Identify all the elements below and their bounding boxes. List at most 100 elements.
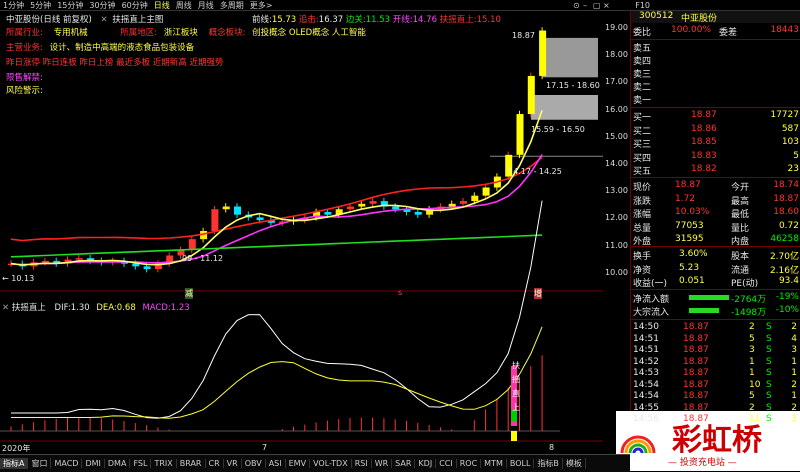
tick-vol: 5 bbox=[749, 391, 755, 401]
tick-price: 18.87 bbox=[683, 402, 709, 413]
indicator-tab-22[interactable]: 指标B bbox=[534, 458, 563, 469]
buy-row: 买五 18.82 23 bbox=[631, 164, 800, 177]
tick-vol: 11 bbox=[749, 414, 761, 424]
indicator-tab-0[interactable]: 指标A bbox=[0, 458, 29, 469]
close-icon[interactable]: × bbox=[600, 1, 613, 10]
f10-button[interactable]: F10 bbox=[632, 1, 800, 10]
indicator-tab-6[interactable]: TRIX bbox=[151, 459, 177, 468]
weicha-label: 委差 bbox=[719, 28, 738, 38]
indicator-tab-23[interactable]: 模板 bbox=[563, 458, 586, 469]
tick-count: 2 bbox=[791, 322, 797, 332]
tick-time: 14:55 bbox=[633, 402, 659, 413]
buy-vol: 103 bbox=[781, 137, 799, 147]
qianzhi-value: 15.73 bbox=[271, 15, 297, 25]
sub-close-icon[interactable]: ✕ bbox=[2, 303, 9, 313]
price-tick: 19.00 bbox=[605, 23, 628, 32]
dea-value: 0.68 bbox=[116, 303, 136, 313]
period-tab[interactable]: 1分钟 bbox=[0, 0, 27, 11]
period-tab[interactable]: 更多> bbox=[247, 0, 276, 11]
price-tick: 13.00 bbox=[605, 186, 628, 196]
period-tab[interactable]: 月线 bbox=[195, 0, 217, 11]
indicator-tab-21[interactable]: BOLL bbox=[507, 459, 535, 468]
buy-label: 买三 bbox=[633, 140, 652, 150]
stat-label-1: 涨幅 bbox=[633, 210, 652, 220]
indicator-tab[interactable]: 扶摇直上主图 bbox=[112, 15, 163, 25]
indicator-tab-15[interactable]: WR bbox=[372, 459, 393, 468]
high-price-label: 18.87 bbox=[512, 31, 535, 40]
period-tab[interactable]: 60分钟 bbox=[119, 0, 151, 11]
kaixian-label: 开线: bbox=[392, 15, 413, 25]
period-tab[interactable]: 15分钟 bbox=[54, 0, 86, 11]
indicator-tab-11[interactable]: ASI bbox=[266, 459, 286, 468]
indicator-tab-4[interactable]: DMA bbox=[105, 459, 131, 468]
tick-bs: S bbox=[766, 379, 772, 390]
kline-chart-area[interactable]: 中亚股份(日线 前复权) ✕ 扶摇直上主图 前线:15.73 追击:16.37 … bbox=[0, 11, 603, 454]
indicator-tab-7[interactable]: BRAR bbox=[177, 459, 206, 468]
indicator-tab-9[interactable]: VR bbox=[224, 459, 242, 468]
period-tab[interactable]: 5分钟 bbox=[27, 0, 54, 11]
tick-price: 18.87 bbox=[683, 333, 709, 344]
indicator-tab-17[interactable]: KDJ bbox=[415, 459, 437, 468]
indicator-tab-12[interactable]: EMV bbox=[286, 459, 311, 468]
stat-label-1: 总量 bbox=[633, 223, 652, 234]
tick-time: 14:53 bbox=[633, 368, 659, 378]
bianguan-value: 11.53 bbox=[365, 15, 391, 25]
indicator-tab-3[interactable]: DMI bbox=[82, 459, 105, 468]
stat2-row: 收益(一) 0.051 PE(动) 93.4 bbox=[631, 276, 800, 289]
indicator-tab-20[interactable]: MTM bbox=[481, 459, 507, 468]
signal-mark-jian: 减 bbox=[185, 288, 193, 299]
buy-vol: 5 bbox=[793, 150, 799, 161]
sell-label: 卖四 bbox=[633, 57, 652, 67]
stat-value-1: 31595 bbox=[675, 234, 704, 244]
sub-indicator-name[interactable]: 扶摇直上 bbox=[12, 303, 46, 313]
indicator-tab-16[interactable]: SAR bbox=[392, 459, 416, 468]
unban-line: 限售解禁: bbox=[6, 73, 43, 83]
stat-label-1: 涨跌 bbox=[633, 196, 652, 207]
tick-time: 14:51 bbox=[633, 333, 659, 344]
buy-row: 买三 18.85 103 bbox=[631, 137, 800, 150]
period-tab[interactable]: 日线 bbox=[151, 0, 173, 11]
close-icon[interactable]: ✕ bbox=[101, 15, 108, 25]
buy-price: 18.85 bbox=[691, 137, 717, 147]
indicator-tab-14[interactable]: RSI bbox=[352, 459, 372, 468]
sub-chart-header: ✕ 扶摇直上 DIF:1.30 DEA:0.68 MACD:1.23 bbox=[2, 301, 190, 313]
tick-vol: 2 bbox=[749, 402, 755, 413]
stat-label-2: 最低 bbox=[731, 210, 750, 220]
stat2-label-1: 净资 bbox=[633, 265, 652, 276]
business-label: 主营业务: bbox=[6, 43, 43, 53]
weibi-value: 100.00% bbox=[671, 25, 712, 35]
indicator-tab-19[interactable]: ROC bbox=[457, 459, 482, 468]
indicator-tab-5[interactable]: FSL bbox=[130, 459, 152, 468]
period-tab[interactable]: 30分钟 bbox=[86, 0, 118, 11]
flow-label: 大宗流入 bbox=[633, 308, 670, 318]
flow-value: -1498万 bbox=[731, 308, 767, 318]
indicator-tab-18[interactable]: CCI bbox=[436, 459, 457, 468]
period-tab[interactable]: 周线 bbox=[173, 0, 195, 11]
indicator-tab-1[interactable]: 窗口 bbox=[28, 458, 52, 469]
minimize-icon[interactable]: – bbox=[580, 1, 590, 10]
indicator-tab-13[interactable]: VOL-TDX bbox=[310, 459, 352, 468]
signal-mark-s: s bbox=[398, 288, 403, 297]
flow-pct: -10% bbox=[775, 305, 799, 315]
stock-title: 中亚股份(日线 前复权) bbox=[6, 15, 92, 25]
buy-vol: 17727 bbox=[770, 110, 799, 120]
buy-price: 18.82 bbox=[691, 164, 717, 174]
indicator-tab-8[interactable]: CR bbox=[206, 459, 224, 468]
industry-label: 所属行业: bbox=[6, 28, 43, 38]
period-tab[interactable]: 多周期 bbox=[217, 0, 247, 11]
candle-body bbox=[539, 30, 547, 76]
stat-value-1: 77053 bbox=[675, 220, 704, 231]
candle-body bbox=[75, 258, 83, 260]
indicator-tab-2[interactable]: MACD bbox=[51, 459, 83, 468]
buy-label: 买四 bbox=[633, 153, 652, 164]
candle-body bbox=[347, 206, 354, 210]
flow-value: -2764万 bbox=[731, 295, 767, 305]
tick-time: 14:52 bbox=[633, 356, 659, 367]
indicator-tab-10[interactable]: OBV bbox=[242, 459, 266, 468]
candle-body bbox=[256, 217, 264, 221]
tick-row: 14:54 18.87 10 S 2 bbox=[631, 380, 800, 392]
sell-label: 卖五 bbox=[633, 44, 652, 54]
resistance-box-1 bbox=[542, 37, 598, 78]
candle-body bbox=[41, 260, 49, 263]
buy-row: 买一 18.87 17727 bbox=[631, 110, 800, 123]
